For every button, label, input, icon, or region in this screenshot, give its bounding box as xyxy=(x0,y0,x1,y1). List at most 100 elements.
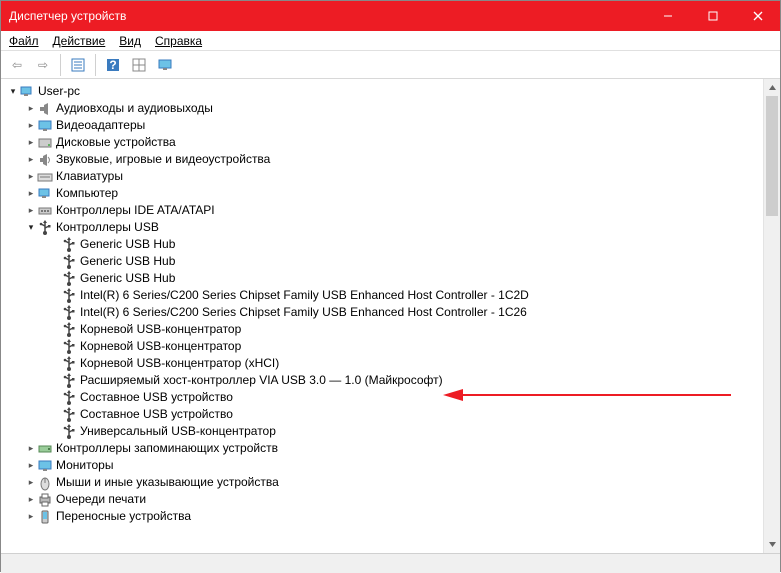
titlebar: Диспетчер устройств xyxy=(1,1,780,31)
expand-icon[interactable]: ▸ xyxy=(25,100,37,117)
category-label: Мониторы xyxy=(56,457,113,474)
tree-device[interactable]: Составное USB устройство xyxy=(3,406,780,423)
computer-icon xyxy=(19,84,35,100)
expand-icon[interactable]: ▸ xyxy=(25,168,37,185)
print-icon xyxy=(37,492,53,508)
tree-device[interactable]: Расширяемый хост-контроллер VIA USB 3.0 … xyxy=(3,372,780,389)
status-bar xyxy=(1,553,780,573)
expand-icon[interactable]: ▸ xyxy=(25,491,37,508)
tree-device[interactable]: Intel(R) 6 Series/C200 Series Chipset Fa… xyxy=(3,287,780,304)
help-icon: ? xyxy=(105,57,121,73)
expand-icon[interactable]: ▸ xyxy=(25,202,37,219)
mouse-icon xyxy=(37,475,53,491)
minimize-button[interactable] xyxy=(645,1,690,31)
tree-device[interactable]: Корневой USB-концентратор xyxy=(3,321,780,338)
category-label: Дисковые устройства xyxy=(56,134,176,151)
storage-icon xyxy=(37,441,53,457)
audio-icon xyxy=(37,101,53,117)
scroll-down-button[interactable] xyxy=(764,536,780,553)
device-tree-container: ▾ User-pc ▸ Аудиовходы и аудиовыходы ▸ Виде… xyxy=(1,79,780,553)
expand-icon[interactable]: ▾ xyxy=(25,219,37,236)
list-view-button[interactable] xyxy=(66,53,90,77)
menu-help[interactable]: Справка xyxy=(155,34,202,48)
scroll-thumb[interactable] xyxy=(766,96,778,216)
sound-icon xyxy=(37,152,53,168)
tree-category[interactable]: ▾ Контроллеры USB xyxy=(3,219,780,236)
vertical-scrollbar[interactable] xyxy=(763,79,780,553)
forward-icon: ⇨ xyxy=(38,58,48,72)
expand-icon[interactable]: ▸ xyxy=(25,508,37,525)
tree-device[interactable]: Generic USB Hub xyxy=(3,236,780,253)
expand-icon[interactable]: ▾ xyxy=(7,83,19,100)
monitor-icon xyxy=(157,57,173,73)
tree-category[interactable]: ▸ Видеоадаптеры xyxy=(3,117,780,134)
expand-icon[interactable]: ▸ xyxy=(25,134,37,151)
help-button[interactable]: ? xyxy=(101,53,125,77)
close-button[interactable] xyxy=(735,1,780,31)
usb-icon xyxy=(61,271,77,287)
expand-icon[interactable]: ▸ xyxy=(25,185,37,202)
expand-icon[interactable]: ▸ xyxy=(25,440,37,457)
category-label: Видеоадаптеры xyxy=(56,117,145,134)
show-hidden-button[interactable] xyxy=(127,53,151,77)
back-icon: ⇦ xyxy=(12,58,22,72)
menubar: Файл Действие Вид Справка xyxy=(1,31,780,51)
tree-device[interactable]: Корневой USB-концентратор xyxy=(3,338,780,355)
forward-button[interactable]: ⇨ xyxy=(31,53,55,77)
usb-icon xyxy=(61,356,77,372)
expand-icon[interactable]: ▸ xyxy=(25,151,37,168)
usb-icon xyxy=(61,305,77,321)
tree-category[interactable]: ▸Компьютер xyxy=(3,185,780,202)
device-label: Расширяемый хост-контроллер VIA USB 3.0 … xyxy=(80,372,443,389)
expand-icon[interactable]: ▸ xyxy=(25,457,37,474)
tree-category[interactable]: ▸ Дисковые устройства xyxy=(3,134,780,151)
category-label: Аудиовходы и аудиовыходы xyxy=(56,100,213,117)
device-label: Generic USB Hub xyxy=(80,253,175,270)
display-icon xyxy=(37,118,53,134)
expand-icon[interactable]: ▸ xyxy=(25,474,37,491)
menu-file[interactable]: Файл xyxy=(9,34,39,48)
usb-icon xyxy=(61,322,77,338)
menu-action[interactable]: Действие xyxy=(53,34,106,48)
device-label: Корневой USB-концентратор xyxy=(80,338,241,355)
list-icon xyxy=(70,57,86,73)
device-label: Составное USB устройство xyxy=(80,406,233,423)
expand-icon[interactable]: ▸ xyxy=(25,117,37,134)
portable-icon xyxy=(37,509,53,525)
tree-category[interactable]: ▸ Мониторы xyxy=(3,457,780,474)
grid-icon xyxy=(131,57,147,73)
svg-text:?: ? xyxy=(109,58,116,72)
usb-icon xyxy=(61,254,77,270)
tree-category[interactable]: ▸Звуковые, игровые и видеоустройства xyxy=(3,151,780,168)
scroll-up-button[interactable] xyxy=(764,79,780,96)
tree-category[interactable]: ▸Очереди печати xyxy=(3,491,780,508)
usb-icon xyxy=(61,407,77,423)
category-label: Переносные устройства xyxy=(56,508,191,525)
tree-category[interactable]: ▸ Переносные устройства xyxy=(3,508,780,525)
back-button[interactable]: ⇦ xyxy=(5,53,29,77)
tree-category[interactable]: ▸ Аудиовходы и аудиовыходы xyxy=(3,100,780,117)
usb-icon xyxy=(61,424,77,440)
computer-icon xyxy=(37,186,53,202)
tree-device[interactable]: Универсальный USB-концентратор xyxy=(3,423,780,440)
tree-root[interactable]: ▾ User-pc xyxy=(3,83,780,100)
menu-view[interactable]: Вид xyxy=(119,34,141,48)
tree-category[interactable]: ▸ Контроллеры запоминающих устройств xyxy=(3,440,780,457)
tree-category[interactable]: ▸Клавиатуры xyxy=(3,168,780,185)
category-label: Контроллеры USB xyxy=(56,219,159,236)
tree-device[interactable]: Корневой USB-концентратор (xHCI) xyxy=(3,355,780,372)
tree-device[interactable]: Intel(R) 6 Series/C200 Series Chipset Fa… xyxy=(3,304,780,321)
ide-icon xyxy=(37,203,53,219)
tree-category[interactable]: ▸ Мыши и иные указывающие устройства xyxy=(3,474,780,491)
maximize-button[interactable] xyxy=(690,1,735,31)
monitor-button[interactable] xyxy=(153,53,177,77)
tree-device[interactable]: Generic USB Hub xyxy=(3,270,780,287)
usb-icon xyxy=(61,339,77,355)
device-label: Корневой USB-концентратор xyxy=(80,321,241,338)
tree-category[interactable]: ▸Контроллеры IDE ATA/ATAPI xyxy=(3,202,780,219)
category-label: Мыши и иные указывающие устройства xyxy=(56,474,279,491)
category-label: Контроллеры запоминающих устройств xyxy=(56,440,278,457)
tree-device[interactable]: Составное USB устройство xyxy=(3,389,780,406)
tree-device[interactable]: Generic USB Hub xyxy=(3,253,780,270)
device-tree[interactable]: ▾ User-pc ▸ Аудиовходы и аудиовыходы ▸ Виде… xyxy=(1,79,780,529)
